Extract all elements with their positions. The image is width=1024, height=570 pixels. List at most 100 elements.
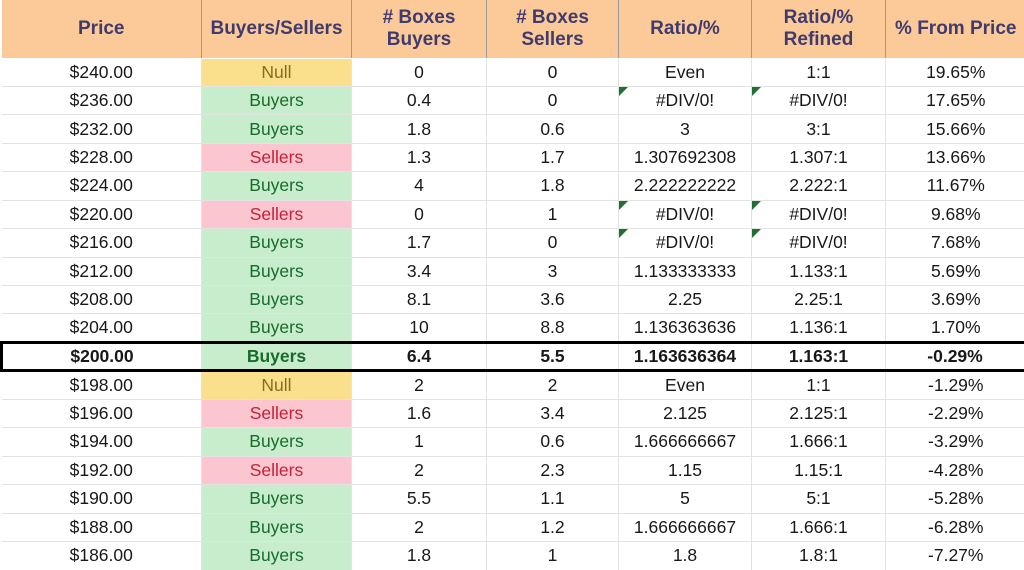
cell-ratio[interactable]: #DIV/0!	[618, 200, 752, 230]
cell-ratio-refined[interactable]: 1.666:1	[751, 513, 886, 542]
cell-buyers-sellers[interactable]: Sellers	[201, 456, 352, 486]
cell-pct-from-price[interactable]: 19.65%	[885, 58, 1024, 87]
cell-buyers-sellers[interactable]: Sellers	[201, 200, 352, 230]
cell-ratio[interactable]: 2.222222222	[618, 171, 752, 201]
cell-boxes-sellers[interactable]: 1	[486, 541, 619, 570]
cell-buyers-sellers[interactable]: Buyers	[201, 340, 352, 373]
cell-price[interactable]: $190.00	[1, 484, 202, 514]
cell-boxes-sellers[interactable]: 1.8	[486, 171, 619, 201]
cell-ratio-refined[interactable]: 1.8:1	[751, 541, 886, 570]
cell-boxes-buyers[interactable]: 3.4	[351, 257, 487, 287]
column-header-boxes-buyers[interactable]: # Boxes Buyers	[351, 0, 487, 59]
cell-buyers-sellers[interactable]: Buyers	[201, 427, 352, 457]
cell-buyers-sellers[interactable]: Buyers	[201, 513, 352, 542]
cell-ratio-refined[interactable]: 2.125:1	[751, 399, 886, 429]
table-row[interactable]: $192.00 Sellers 2 2.3 1.15 1.15:1 -4.28%	[1, 456, 1024, 486]
cell-price[interactable]: $196.00	[1, 399, 202, 429]
cell-ratio[interactable]: #DIV/0!	[618, 228, 752, 258]
cell-price[interactable]: $236.00	[1, 86, 202, 116]
cell-buyers-sellers[interactable]: Buyers	[201, 171, 352, 201]
cell-boxes-buyers[interactable]: 0	[351, 200, 487, 230]
cell-ratio[interactable]: 1.666666667	[618, 427, 752, 457]
table-row[interactable]: $212.00 Buyers 3.4 3 1.133333333 1.133:1 5.69%	[1, 257, 1024, 287]
column-header-pct-from-price[interactable]: % From Price	[885, 0, 1024, 59]
cell-buyers-sellers[interactable]: Null	[201, 58, 352, 87]
cell-boxes-buyers[interactable]: 5.5	[351, 484, 487, 514]
table-row[interactable]: $240.00 Null 0 0 Even 1:1 19.65%	[1, 58, 1024, 87]
cell-ratio-refined[interactable]: #DIV/0!	[751, 86, 886, 116]
cell-buyers-sellers[interactable]: Buyers	[201, 541, 352, 570]
cell-ratio[interactable]: 1.133333333	[618, 257, 752, 287]
cell-boxes-sellers[interactable]: 1.1	[486, 484, 619, 514]
cell-boxes-sellers[interactable]: 2.3	[486, 456, 619, 486]
cell-ratio-refined[interactable]: 1:1	[751, 370, 886, 400]
cell-boxes-buyers[interactable]: 10	[351, 313, 487, 343]
cell-boxes-sellers[interactable]: 0	[486, 228, 619, 258]
cell-boxes-sellers[interactable]: 1.2	[486, 513, 619, 542]
cell-boxes-buyers[interactable]: 0	[351, 58, 487, 87]
cell-buyers-sellers[interactable]: Buyers	[201, 313, 352, 343]
cell-ratio[interactable]: Even	[618, 58, 752, 87]
cell-price[interactable]: $240.00	[1, 58, 202, 87]
cell-price[interactable]: $194.00	[1, 427, 202, 457]
cell-pct-from-price[interactable]: -0.29%	[885, 340, 1024, 373]
cell-boxes-buyers[interactable]: 0.4	[351, 86, 487, 116]
cell-ratio[interactable]: 5	[618, 484, 752, 514]
table-row[interactable]: $200.00 Buyers 6.4 5.5 1.163636364 1.163:1 -0.…	[0, 340, 1024, 373]
cell-ratio[interactable]: #DIV/0!	[618, 86, 752, 116]
cell-ratio-refined[interactable]: 2.222:1	[751, 171, 886, 201]
cell-pct-from-price[interactable]: 15.66%	[885, 114, 1024, 144]
cell-pct-from-price[interactable]: 3.69%	[885, 285, 1024, 315]
cell-buyers-sellers[interactable]: Null	[201, 370, 352, 400]
cell-boxes-buyers[interactable]: 2	[351, 513, 487, 542]
cell-ratio-refined[interactable]: 1.133:1	[751, 257, 886, 287]
cell-buyers-sellers[interactable]: Sellers	[201, 143, 352, 173]
cell-pct-from-price[interactable]: 1.70%	[886, 314, 1024, 342]
cell-boxes-sellers[interactable]: 0.6	[486, 427, 619, 457]
cell-boxes-buyers[interactable]: 1.8	[351, 114, 487, 144]
cell-ratio-refined[interactable]: #DIV/0!	[751, 200, 886, 230]
cell-pct-from-price[interactable]: 17.65%	[885, 86, 1024, 116]
cell-ratio-refined[interactable]: 1.307:1	[751, 143, 886, 173]
table-row[interactable]: $194.00 Buyers 1 0.6 1.666666667 1.666:1 -3.29…	[1, 427, 1024, 457]
cell-boxes-buyers[interactable]: 8.1	[351, 285, 487, 315]
cell-buyers-sellers[interactable]: Buyers	[201, 86, 352, 116]
cell-pct-from-price[interactable]: -7.27%	[886, 541, 1024, 570]
cell-price[interactable]: $192.00	[1, 456, 202, 486]
cell-pct-from-price[interactable]: -1.29%	[885, 370, 1024, 400]
cell-pct-from-price[interactable]: -5.28%	[885, 484, 1024, 514]
cell-ratio-refined[interactable]: 1.666:1	[751, 427, 886, 457]
cell-boxes-buyers[interactable]: 1.8	[351, 541, 487, 570]
cell-price[interactable]: $186.00	[1, 541, 202, 570]
cell-ratio-refined[interactable]: 2.25:1	[751, 285, 886, 315]
cell-price[interactable]: $216.00	[1, 228, 202, 258]
cell-boxes-sellers[interactable]: 0	[486, 58, 619, 87]
cell-ratio[interactable]: 2.125	[618, 399, 752, 429]
cell-buyers-sellers[interactable]: Sellers	[201, 399, 352, 429]
cell-buyers-sellers[interactable]: Buyers	[201, 257, 352, 287]
table-row[interactable]: $216.00 Buyers 1.7 0 #DIV/0! #DIV/0! 7.68%	[1, 228, 1024, 258]
cell-pct-from-price[interactable]: 5.69%	[885, 257, 1024, 287]
table-row[interactable]: $208.00 Buyers 8.1 3.6 2.25 2.25:1 3.69%	[1, 285, 1024, 315]
cell-ratio[interactable]: 1.163636364	[618, 340, 752, 373]
cell-ratio-refined[interactable]: 5:1	[751, 484, 886, 514]
cell-ratio[interactable]: 2.25	[618, 285, 752, 315]
table-row[interactable]: $196.00 Sellers 1.6 3.4 2.125 2.125:1 -2.29%	[1, 399, 1024, 429]
table-row[interactable]: $204.00 Buyers 10 8.8 1.136363636 1.136:1 1.70…	[1, 313, 1024, 343]
cell-boxes-buyers[interactable]: 2	[351, 370, 487, 400]
cell-price[interactable]: $232.00	[1, 114, 202, 144]
table-row[interactable]: $188.00 Buyers 2 1.2 1.666666667 1.666:1 -6.28…	[1, 513, 1024, 542]
cell-pct-from-price[interactable]: 11.67%	[885, 171, 1024, 201]
table-row[interactable]: $228.00 Sellers 1.3 1.7 1.307692308 1.307:1 13…	[1, 143, 1024, 173]
cell-ratio[interactable]: 3	[618, 114, 752, 144]
cell-boxes-buyers[interactable]: 6.4	[351, 340, 487, 373]
cell-ratio-refined[interactable]: 1.163:1	[751, 340, 886, 373]
cell-boxes-sellers[interactable]: 3.4	[486, 399, 619, 429]
cell-boxes-buyers[interactable]: 4	[351, 171, 487, 201]
table-row[interactable]: $198.00 Null 2 2 Even 1:1 -1.29%	[1, 370, 1024, 400]
cell-pct-from-price[interactable]: 9.68%	[885, 200, 1024, 230]
cell-pct-from-price[interactable]: -3.29%	[885, 427, 1024, 457]
cell-pct-from-price[interactable]: -4.28%	[885, 456, 1024, 486]
cell-boxes-sellers[interactable]: 3.6	[486, 285, 619, 315]
cell-price[interactable]: $198.00	[1, 370, 202, 400]
